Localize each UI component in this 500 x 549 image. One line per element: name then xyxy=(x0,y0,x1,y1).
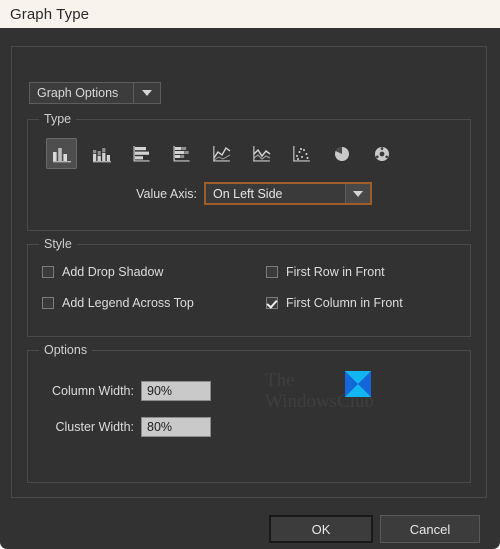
chevron-down-icon[interactable] xyxy=(133,83,160,103)
style-section-legend: Style xyxy=(39,237,77,251)
value-axis-label: Value Axis: xyxy=(136,186,197,201)
type-section-legend: Type xyxy=(39,112,77,126)
checkbox-box[interactable] xyxy=(42,297,54,309)
checkbox-label: Add Drop Shadow xyxy=(62,265,164,279)
type-section: Type Value Axis: On Left Side xyxy=(27,112,471,231)
caret-shape xyxy=(353,190,363,197)
checkbox-first-column-in-front[interactable]: First Column in Front xyxy=(266,296,456,310)
cancel-button[interactable]: Cancel xyxy=(380,515,480,543)
dialog-body: Graph Options Type Value Axis: On Left S… xyxy=(0,28,500,549)
column-width-row: Column Width: 90% xyxy=(28,381,211,401)
stacked-column-graph-icon[interactable] xyxy=(86,138,117,169)
line-graph-icon[interactable] xyxy=(206,138,237,169)
checkbox-box[interactable] xyxy=(266,297,278,309)
cluster-width-input[interactable]: 80% xyxy=(141,417,211,437)
column-width-input[interactable]: 90% xyxy=(141,381,211,401)
style-checkbox-grid: Add Drop Shadow First Row in Front Add L… xyxy=(42,265,456,310)
line-graph-glyph xyxy=(212,145,230,161)
ok-button[interactable]: OK xyxy=(269,515,373,543)
radar-graph-icon[interactable] xyxy=(366,138,397,169)
column-graph-glyph xyxy=(52,147,71,162)
checkbox-add-legend-across-top[interactable]: Add Legend Across Top xyxy=(42,296,266,310)
stacked-column-graph-glyph xyxy=(92,147,111,162)
pie-graph-glyph xyxy=(334,146,349,161)
bar-graph-icon[interactable] xyxy=(126,138,157,169)
checkbox-add-drop-shadow[interactable]: Add Drop Shadow xyxy=(42,265,266,279)
options-section: Options Column Width: 90% Cluster Width:… xyxy=(27,343,471,483)
graph-type-dialog-window: Graph Type Graph Options Type Value Axis… xyxy=(0,0,500,549)
title-bar: Graph Type xyxy=(0,0,500,28)
value-axis-selected-value: On Left Side xyxy=(213,186,283,201)
window-title: Graph Type xyxy=(10,5,90,23)
checkbox-label: Add Legend Across Top xyxy=(62,296,194,310)
value-axis-select[interactable]: On Left Side xyxy=(204,182,372,205)
checkbox-box[interactable] xyxy=(266,266,278,278)
caret-shape xyxy=(142,90,152,96)
value-axis-row: Value Axis: On Left Side xyxy=(28,182,470,205)
cluster-width-label: Cluster Width: xyxy=(55,420,135,434)
stacked-bar-graph-icon[interactable] xyxy=(166,138,197,169)
stacked-bar-graph-glyph xyxy=(173,145,189,161)
graph-type-icon-row xyxy=(46,138,397,169)
scatter-graph-icon[interactable] xyxy=(286,138,317,169)
area-graph-glyph xyxy=(252,145,270,161)
pie-graph-icon[interactable] xyxy=(326,138,357,169)
checkbox-first-row-in-front[interactable]: First Row in Front xyxy=(266,265,456,279)
bar-graph-glyph xyxy=(133,145,149,161)
column-width-label: Column Width: xyxy=(52,384,134,398)
checkbox-label: First Row in Front xyxy=(286,265,385,279)
graph-options-dropdown[interactable]: Graph Options xyxy=(29,82,161,104)
scatter-graph-glyph xyxy=(292,145,310,161)
style-section: Style Add Drop Shadow First Row in Front… xyxy=(27,237,471,337)
chevron-down-icon[interactable] xyxy=(345,184,370,203)
radar-graph-glyph xyxy=(374,146,389,161)
checkbox-label: First Column in Front xyxy=(286,296,403,310)
column-graph-icon[interactable] xyxy=(46,138,77,169)
options-section-legend: Options xyxy=(39,343,93,357)
graph-options-label: Graph Options xyxy=(37,86,119,100)
checkbox-box[interactable] xyxy=(42,266,54,278)
cluster-width-row: Cluster Width: 80% xyxy=(28,417,211,437)
area-graph-icon[interactable] xyxy=(246,138,277,169)
